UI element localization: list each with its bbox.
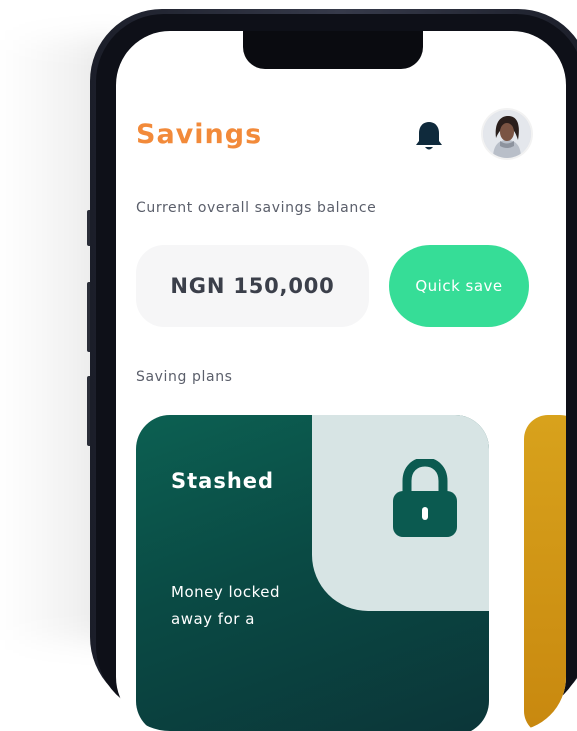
- page-title: Savings: [136, 119, 263, 150]
- notch: [243, 31, 423, 69]
- plan-card-next[interactable]: [524, 415, 566, 731]
- lock-icon: [393, 459, 457, 537]
- balance-label: Current overall savings balance: [136, 200, 377, 216]
- plan-title: Stashed: [171, 469, 275, 493]
- app-screen: Savings Current overall savings balance …: [116, 31, 566, 731]
- plan-card-stashed[interactable]: Stashed Money locked away for a: [136, 415, 489, 731]
- bell-icon[interactable]: [415, 120, 443, 152]
- plan-card-icon-panel: [312, 415, 489, 611]
- avatar-portrait: [483, 110, 531, 158]
- balance-amount: NGN 150,000: [136, 245, 369, 327]
- saving-plans-label: Saving plans: [136, 369, 233, 385]
- quick-save-button[interactable]: Quick save: [389, 245, 529, 327]
- plan-description: Money locked away for a: [171, 583, 280, 628]
- avatar[interactable]: [483, 110, 531, 158]
